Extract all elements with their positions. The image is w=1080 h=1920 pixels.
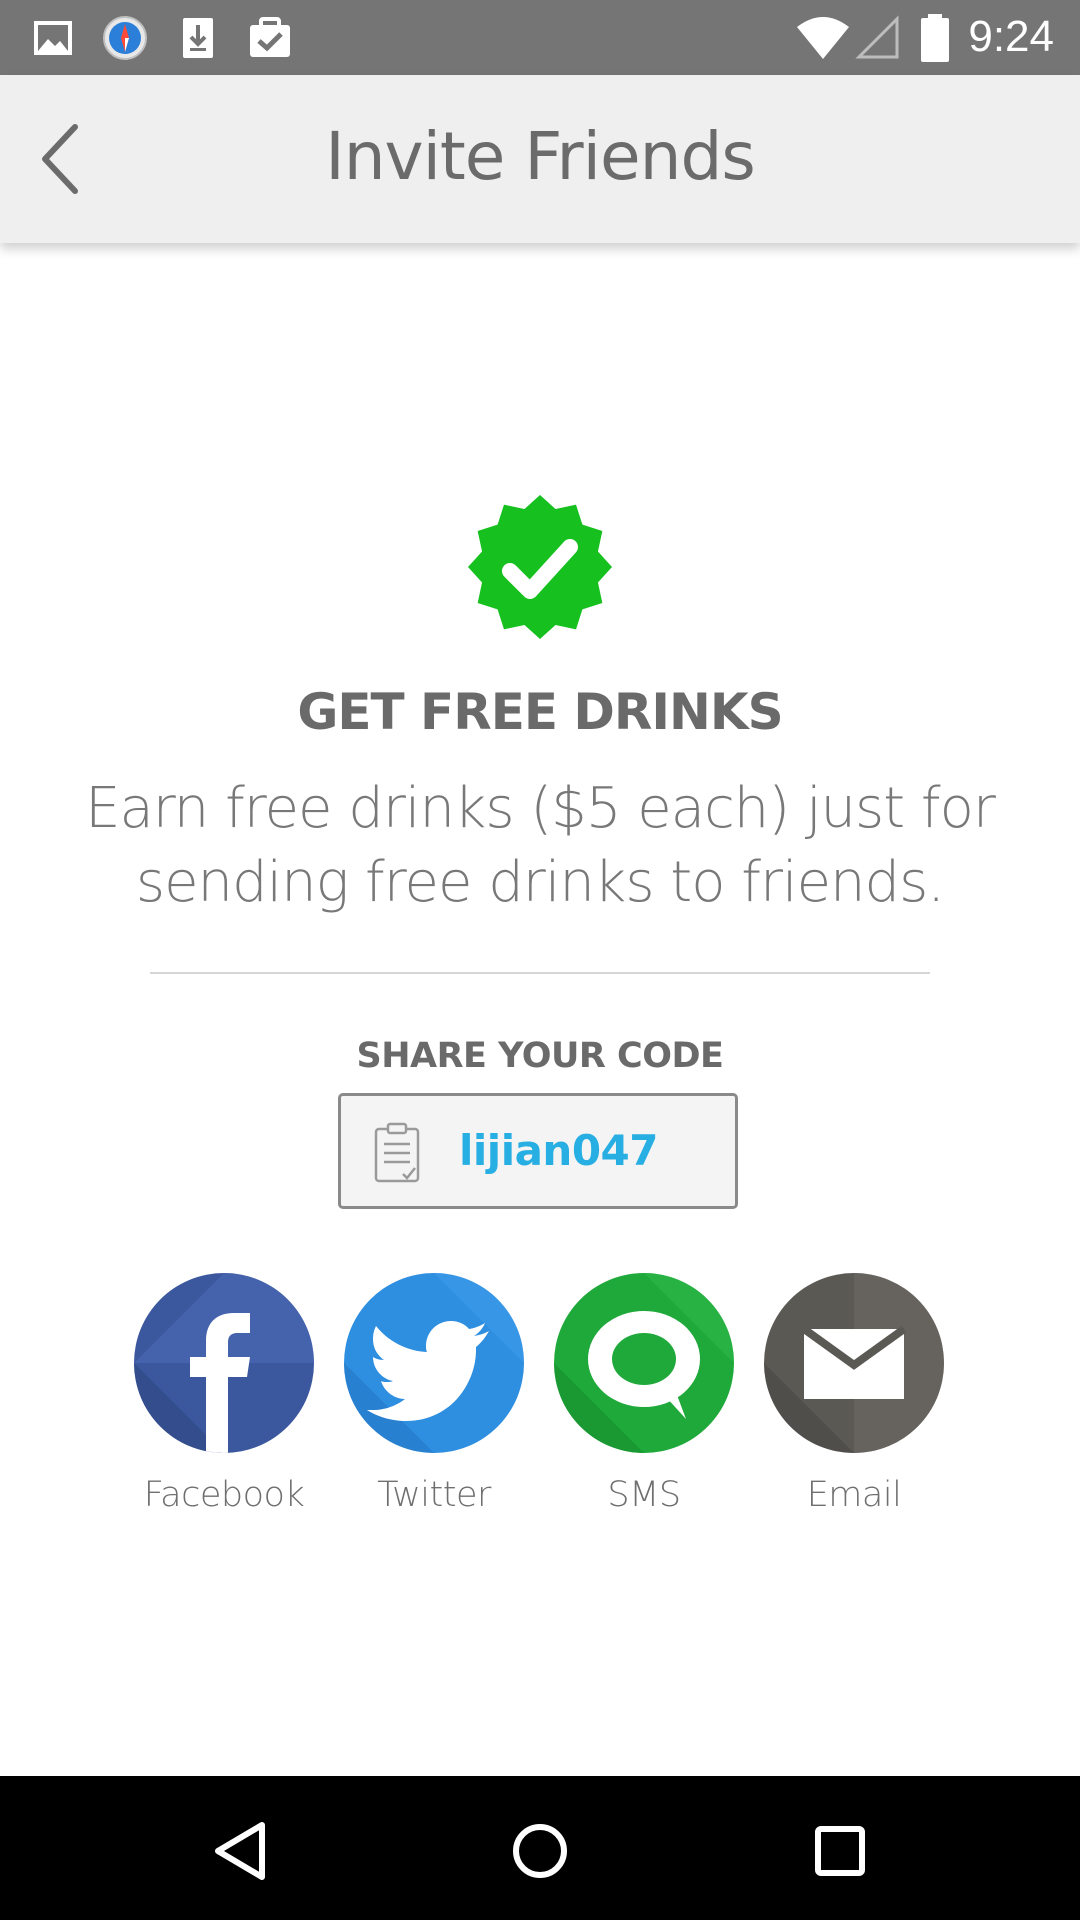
share-twitter-label: Twitter <box>377 1475 491 1515</box>
status-bar: 9:24 <box>0 0 1080 75</box>
chat-bubble-icon <box>554 1273 734 1453</box>
twitter-icon <box>344 1273 524 1453</box>
share-email-button[interactable]: Email <box>754 1273 954 1515</box>
download-icon <box>183 18 213 58</box>
recents-square-icon <box>815 1826 865 1876</box>
signal-icon <box>855 15 899 59</box>
share-sms-label: SMS <box>607 1475 681 1515</box>
nav-back-button[interactable] <box>195 1806 285 1896</box>
invite-friends-screen: 9:24 Invite Friends GET FREE DRINKS Earn… <box>0 0 1080 1920</box>
page-title: Invite Friends <box>325 118 756 195</box>
nav-home-button[interactable] <box>495 1806 585 1896</box>
share-code-label: SHARE YOUR CODE <box>356 1036 724 1076</box>
share-email-label: Email <box>806 1475 902 1515</box>
back-triangle-icon <box>215 1822 265 1880</box>
system-nav-bar <box>0 1776 1080 1920</box>
clipboard-check-icon <box>250 17 290 57</box>
divider <box>150 972 930 974</box>
referral-code-box[interactable]: lijian047 <box>338 1093 738 1209</box>
gallery-icon <box>34 21 72 55</box>
share-facebook-button[interactable]: Facebook <box>124 1273 324 1515</box>
share-sms-button[interactable]: SMS <box>544 1273 744 1515</box>
promo-description: Earn free drinks ($5 each) just for send… <box>85 776 996 915</box>
verified-badge-icon <box>468 495 612 639</box>
share-options: Facebook Twitter SMS Email <box>0 1273 1080 1533</box>
promo-headline: GET FREE DRINKS <box>297 683 783 741</box>
share-facebook-label: Facebook <box>143 1475 305 1515</box>
battery-icon <box>921 14 949 62</box>
clipboard-icon <box>374 1122 420 1183</box>
nav-recents-button[interactable] <box>795 1806 885 1896</box>
status-time: 9:24 <box>968 12 1054 61</box>
envelope-icon <box>764 1273 944 1453</box>
compass-icon <box>103 16 147 60</box>
facebook-icon <box>134 1273 314 1453</box>
home-circle-icon <box>513 1824 567 1878</box>
wifi-icon <box>797 17 849 59</box>
referral-code: lijian047 <box>459 1126 659 1175</box>
app-bar: Invite Friends <box>0 75 1080 243</box>
share-twitter-button[interactable]: Twitter <box>334 1273 534 1515</box>
